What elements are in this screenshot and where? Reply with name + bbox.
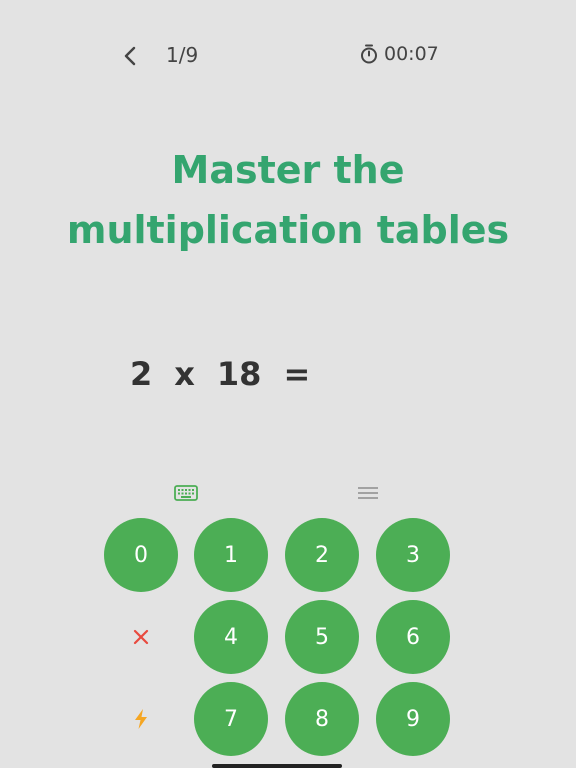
input-mode-row <box>0 478 576 508</box>
top-bar: 1/9 00:07 <box>0 36 576 76</box>
page-title: Master the multiplication tables <box>0 140 576 260</box>
keyboard-icon <box>174 485 198 501</box>
key-7[interactable]: 7 <box>194 682 268 756</box>
hint-button[interactable] <box>104 682 178 756</box>
key-8[interactable]: 8 <box>285 682 359 756</box>
close-icon <box>133 629 149 645</box>
stopwatch-icon <box>361 44 377 64</box>
keyboard-mode-button[interactable] <box>172 482 200 504</box>
key-4[interactable]: 4 <box>194 600 268 674</box>
operand-a: 2 <box>130 355 153 393</box>
timer-value: 00:07 <box>384 43 439 65</box>
key-2[interactable]: 2 <box>285 518 359 592</box>
question-progress: 1/9 <box>166 43 199 67</box>
number-keypad: 0 1 2 3 4 5 6 7 8 9 <box>0 518 576 768</box>
home-indicator <box>212 764 342 768</box>
lightning-icon <box>135 709 147 729</box>
operator: x <box>174 355 195 393</box>
clear-button[interactable] <box>104 600 178 674</box>
operand-b: 18 <box>216 355 262 393</box>
key-1[interactable]: 1 <box>194 518 268 592</box>
equals-sign: = <box>283 355 311 393</box>
key-0[interactable]: 0 <box>104 518 178 592</box>
chevron-left-icon <box>124 46 136 66</box>
back-button[interactable] <box>116 40 144 72</box>
title-line-1: Master the <box>171 148 405 192</box>
key-3[interactable]: 3 <box>376 518 450 592</box>
key-5[interactable]: 5 <box>285 600 359 674</box>
list-mode-button[interactable] <box>354 482 382 504</box>
menu-icon <box>358 487 378 499</box>
title-line-2: multiplication tables <box>66 208 510 252</box>
key-9[interactable]: 9 <box>376 682 450 756</box>
timer: 00:07 <box>360 43 439 65</box>
key-6[interactable]: 6 <box>376 600 450 674</box>
equation: 2 x 18 = <box>130 350 310 398</box>
